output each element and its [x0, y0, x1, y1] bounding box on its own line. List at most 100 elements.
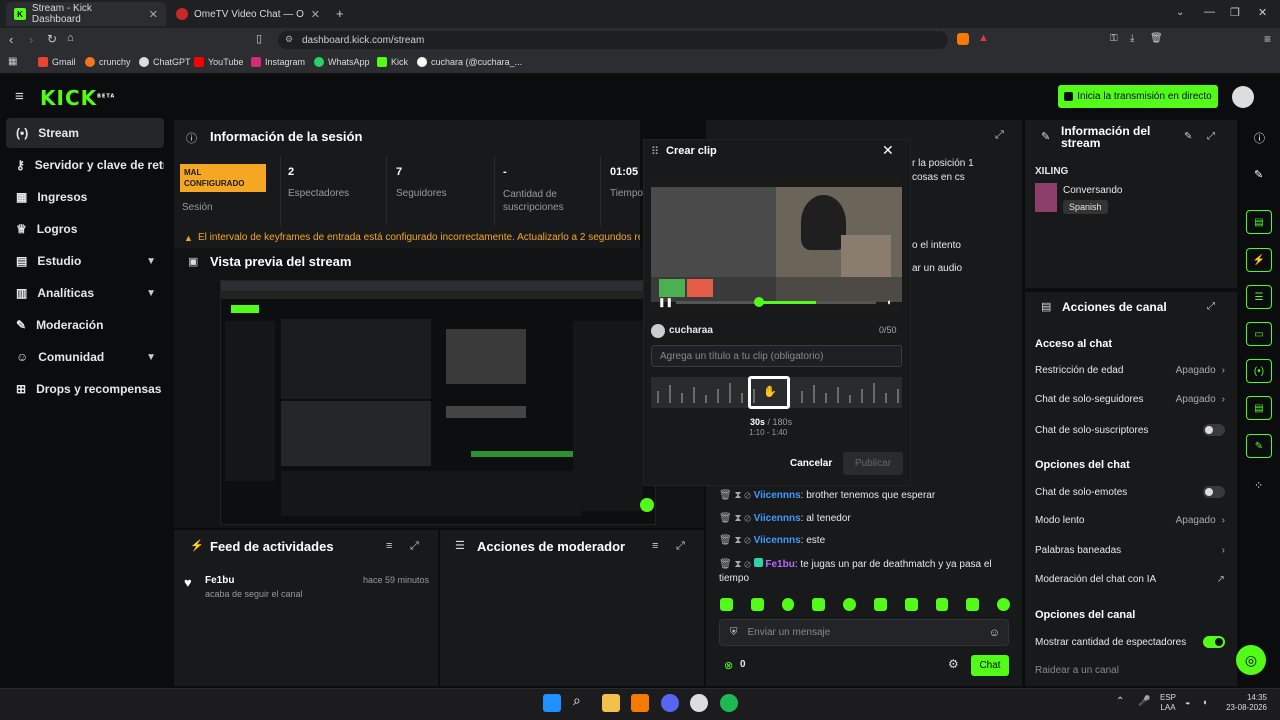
chatgpt-icon[interactable] [690, 694, 708, 712]
popout-icon[interactable]: ⤢ [410, 540, 419, 553]
avatar[interactable] [1232, 86, 1254, 108]
language-indicator[interactable]: ESP LAA [1160, 693, 1176, 713]
rail-wrench-icon[interactable]: ✎ [1246, 434, 1272, 458]
category-name[interactable]: Conversando [1063, 185, 1122, 196]
age-restriction-row[interactable]: Restricción de edad Apagado › [1035, 365, 1225, 376]
timeout-icon[interactable]: ⧗ [734, 535, 741, 546]
download-icon[interactable]: ⤓ [1130, 33, 1134, 44]
filter-icon[interactable]: ≡ [386, 540, 392, 552]
close-icon[interactable]: ✕ [882, 142, 894, 159]
volume-icon[interactable]: ◖ [1202, 697, 1207, 707]
bookmark-crunchy[interactable]: crunchy [85, 57, 131, 67]
bookmark-kick[interactable]: Kick [377, 57, 408, 67]
chat-send-button[interactable]: Chat [971, 655, 1009, 676]
kick-logo[interactable]: KICKBETA [40, 86, 115, 110]
more-icon[interactable]: ⁘ [1254, 479, 1263, 492]
emote-icon[interactable] [935, 598, 949, 611]
ban-icon[interactable]: ⊘ [744, 535, 751, 546]
reload-icon[interactable]: ↻ [47, 32, 57, 46]
bookmark-icon[interactable]: ▯ [256, 32, 262, 45]
back-icon[interactable]: ‹ [9, 32, 13, 47]
timeout-icon[interactable]: ⧗ [734, 559, 741, 570]
chat-username[interactable]: Viicennns [754, 490, 801, 501]
edit-icon[interactable]: ✎ [1184, 131, 1192, 142]
emote-icon[interactable] [904, 598, 918, 611]
popout-icon[interactable]: ⤢ [995, 129, 1004, 142]
clock[interactable]: 14:35 23-08-2026 [1225, 693, 1267, 713]
banned-words-row[interactable]: Palabras baneadas › [1035, 545, 1225, 556]
emote-icon[interactable] [843, 598, 856, 611]
sidebar-item-comunidad[interactable]: ☺ Comunidad ▼ [6, 342, 164, 372]
menu-icon[interactable]: ≡ [1264, 32, 1271, 46]
mic-icon[interactable]: 🎤 [1138, 696, 1150, 707]
ai-moderation-row[interactable]: Moderación del chat con IA ↗ [1035, 574, 1225, 585]
activity-user[interactable]: Fe1bu [205, 575, 234, 586]
extensions-icon[interactable]: ⚿ [1110, 33, 1118, 44]
subs-only-toggle[interactable] [1203, 424, 1225, 436]
emoji-icon[interactable]: ☺ [989, 627, 1000, 639]
ban-icon[interactable]: ⊘ [744, 490, 751, 501]
popout-icon[interactable]: ⤢ [1207, 301, 1215, 312]
sidebar-item-ingresos[interactable]: ▦ Ingresos [6, 182, 164, 212]
info-icon[interactable]: ⓘ [1254, 130, 1265, 146]
timeout-icon[interactable]: ⧗ [734, 490, 741, 501]
new-tab-icon[interactable]: + [336, 6, 344, 21]
hamburger-icon[interactable]: ≡ [15, 88, 24, 105]
emotes-only-toggle[interactable] [1203, 486, 1225, 498]
file-explorer-icon[interactable] [602, 694, 620, 712]
rail-stream-icon[interactable]: (•) [1246, 359, 1272, 383]
rail-lightning-icon[interactable]: ⚡ [1246, 248, 1272, 272]
volume-icon[interactable]: ◐ [887, 297, 892, 307]
sidebar-item-drops[interactable]: ⊞ Drops y recompensas [6, 374, 164, 404]
bookmark-gmail[interactable]: Gmail [38, 57, 76, 67]
trash-icon[interactable]: 🗑 [719, 535, 732, 546]
cancel-button[interactable]: Cancelar [790, 458, 832, 469]
rail-actions-icon[interactable]: ▤ [1246, 396, 1272, 420]
search-icon[interactable]: ⌕ [573, 692, 581, 709]
go-live-button[interactable]: Inicia la transmisión en directo [1058, 85, 1218, 108]
support-icon[interactable]: ◎ [1236, 645, 1266, 675]
slow-mode-row[interactable]: Modo lento Apagado › [1035, 515, 1225, 526]
pencil-icon[interactable]: ✎ [1254, 168, 1263, 181]
popout-icon[interactable]: ⤢ [1207, 131, 1215, 142]
windows-start-icon[interactable] [543, 694, 561, 712]
emote-icon[interactable] [750, 598, 764, 611]
chat-username[interactable]: Viicennns [754, 513, 801, 524]
chat-username[interactable]: Viicennns [754, 535, 801, 546]
rail-panel-icon[interactable]: ▤ [1246, 210, 1272, 234]
trash-icon[interactable]: 🗑 [719, 559, 732, 570]
clip-title-input[interactable]: Agrega un título a tu clip (obligatorio) [651, 345, 902, 367]
ban-icon[interactable]: ⊘ [744, 513, 751, 524]
sidebar-item-moderacion[interactable]: ✎ Moderación [6, 310, 164, 340]
url-field[interactable]: ⚙ dashboard.kick.com/stream [278, 31, 948, 49]
spotify-icon[interactable] [720, 694, 738, 712]
rail-list-icon[interactable]: ☰ [1246, 285, 1272, 309]
sidebar-item-logros[interactable]: ♕ Logros [6, 214, 164, 244]
bookmark-instagram[interactable]: Instagram [251, 57, 305, 67]
sidebar-item-estudio[interactable]: ▤ Estudio ▼ [6, 246, 164, 276]
brave-rewards-icon[interactable]: ▲ [978, 32, 989, 44]
publish-button[interactable]: Publicar [843, 452, 903, 475]
home-icon[interactable]: ⌂ [67, 32, 74, 44]
trash-icon[interactable]: 🗑 [719, 490, 732, 501]
emote-icon[interactable] [997, 598, 1010, 611]
pause-icon[interactable]: ❚❚ [658, 297, 673, 308]
emote-icon[interactable] [720, 598, 733, 611]
maximize-icon[interactable]: ❐ [1230, 6, 1240, 19]
forward-icon[interactable]: › [29, 32, 33, 47]
browser-tab-kick[interactable]: K Stream - Kick Dashboard ✕ [6, 2, 166, 26]
bookmark-chatgpt[interactable]: ChatGPT [139, 57, 191, 67]
followers-only-row[interactable]: Chat de solo-seguidores Apagado › [1035, 394, 1225, 405]
close-icon[interactable]: ✕ [311, 8, 320, 21]
popout-icon[interactable]: ⤢ [676, 540, 685, 553]
ban-icon[interactable]: ⊘ [744, 559, 751, 570]
apps-grid-icon[interactable]: ▦ [8, 56, 17, 67]
sidebar-item-stream[interactable]: (•) Stream [6, 118, 164, 148]
chevron-down-icon[interactable]: ⌄ [1176, 7, 1184, 18]
emote-icon[interactable] [781, 598, 795, 611]
window-close-icon[interactable]: ✕ [1258, 6, 1267, 19]
browser-tab-ometv[interactable]: OmeTV Video Chat — Omegle Ra ✕ [168, 2, 328, 26]
raid-row[interactable]: Raidear a un canal [1035, 665, 1225, 676]
emote-icon[interactable] [873, 598, 887, 611]
sidebar-item-analiticas[interactable]: ▥ Analíticas ▼ [6, 278, 164, 308]
